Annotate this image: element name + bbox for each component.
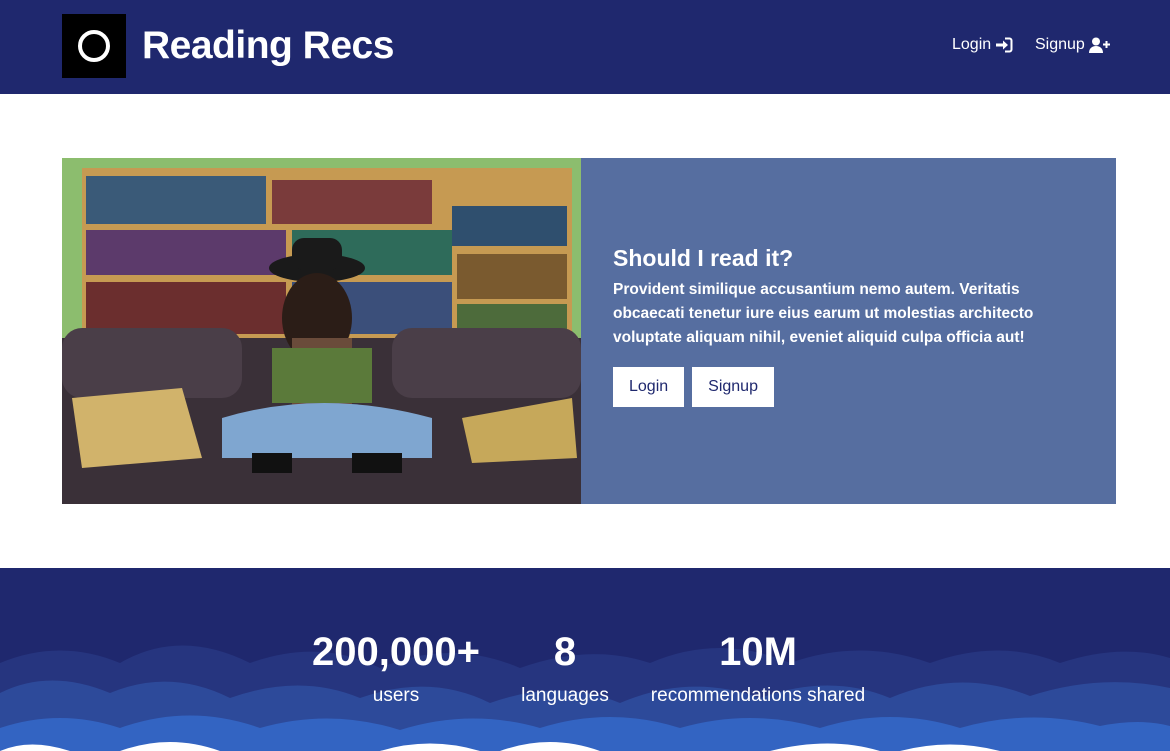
- hero-photo: [62, 158, 581, 504]
- hero-signup-button[interactable]: Signup: [692, 367, 774, 407]
- stat-value: 8: [553, 630, 577, 674]
- stat-label: users: [372, 685, 420, 706]
- brand-title[interactable]: Reading Recs: [142, 22, 394, 70]
- stat-label: languages: [521, 685, 609, 706]
- stat-languages: 8 languages: [505, 628, 625, 708]
- stat-label: recommendations shared: [650, 685, 866, 706]
- nav-login-link[interactable]: Login: [952, 34, 1013, 56]
- stat-users: 200,000+ users: [296, 628, 496, 708]
- hero-login-button[interactable]: Login: [613, 367, 685, 407]
- nav-login-label: Login: [952, 36, 992, 53]
- stat-value: 10M: [719, 630, 797, 674]
- circle-logo-icon[interactable]: [62, 14, 126, 78]
- navbar: Reading Recs Login Signup: [0, 0, 1170, 94]
- stat-recommendations: 10M recommendations shared: [638, 628, 878, 708]
- logo-ring: [78, 30, 110, 62]
- sign-in-icon: [996, 37, 1013, 53]
- stat-value: 200,000+: [312, 630, 480, 674]
- nav-signup-link[interactable]: Signup: [1035, 34, 1111, 56]
- hero-text: Provident similique accusantium nemo aut…: [613, 281, 1034, 346]
- nav-signup-label: Signup: [1035, 36, 1085, 53]
- user-plus-icon: [1088, 37, 1110, 53]
- photo-woman-reading-icon: [62, 158, 581, 504]
- hero-title: Should I read it?: [613, 245, 794, 271]
- stats-section: 200,000+ users 8 languages 10M recommend…: [0, 568, 1170, 751]
- hero-buttons: Login Signup: [613, 367, 1084, 407]
- hero-panel: Should I read it? Provident similique ac…: [581, 158, 1116, 504]
- hero-section: Should I read it? Provident similique ac…: [62, 158, 1116, 504]
